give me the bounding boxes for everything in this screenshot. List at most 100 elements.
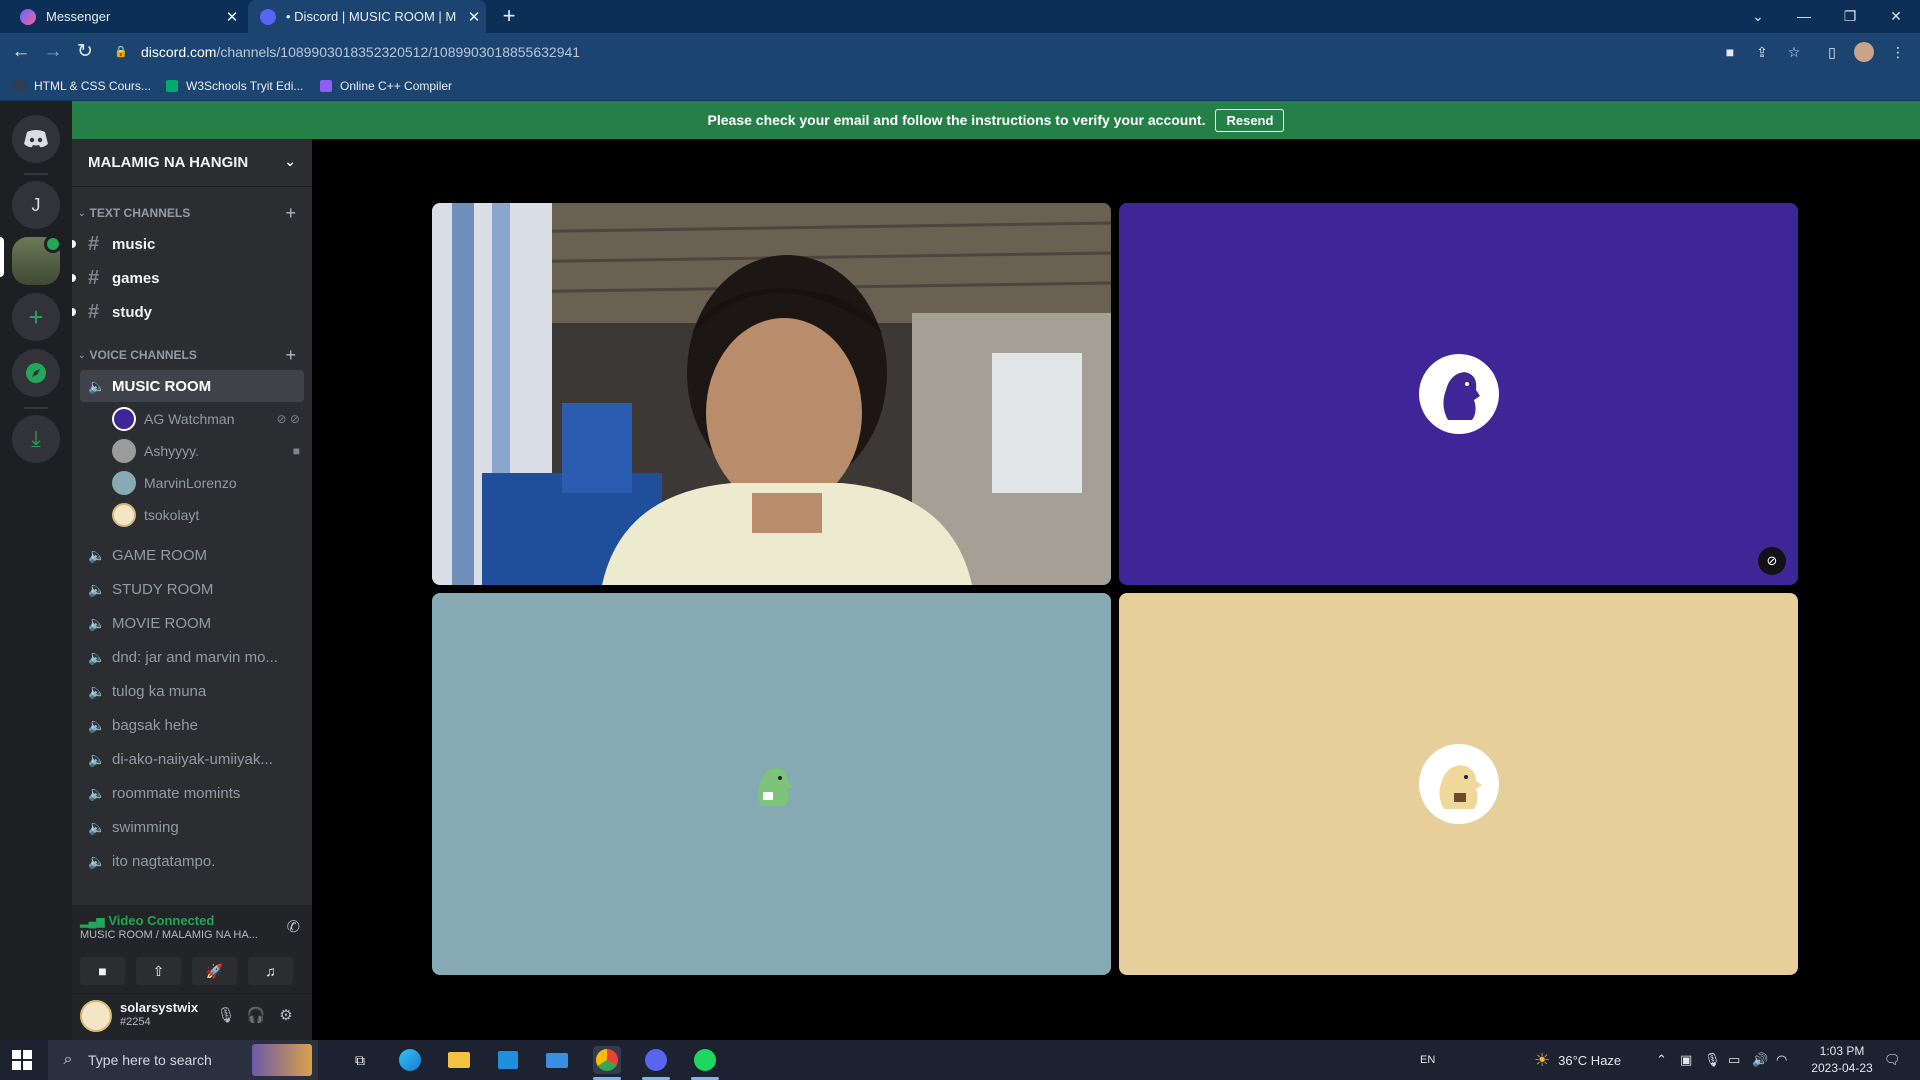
- video-tile-tsokolayt[interactable]: [1119, 593, 1798, 975]
- server-j-icon[interactable]: J: [12, 181, 60, 229]
- add-server-button[interactable]: +: [12, 293, 60, 341]
- language-indicator[interactable]: EN: [1420, 1040, 1435, 1080]
- voice-channel-music-room[interactable]: 🔈 MUSIC ROOM: [80, 370, 304, 402]
- connection-status[interactable]: ▂▄▆ Video Connected: [80, 913, 214, 928]
- disconnect-call-icon[interactable]: ✆: [287, 917, 300, 937]
- voice-channel-di-ako[interactable]: 🔈 di-ako-naiiyak-umiiyak...: [80, 743, 304, 775]
- share-screen-button[interactable]: ⇧: [136, 957, 181, 985]
- share-icon[interactable]: ⇪: [1752, 42, 1772, 62]
- voice-channel-roommate[interactable]: 🔈 roommate momints: [80, 777, 304, 809]
- toggle-camera-button[interactable]: ■: [80, 957, 125, 985]
- create-channel-icon[interactable]: +: [285, 203, 296, 224]
- voice-user-tsokolayt[interactable]: tsokolayt: [112, 501, 304, 529]
- file-explorer-icon[interactable]: [445, 1046, 473, 1074]
- resend-button[interactable]: Resend: [1215, 108, 1285, 132]
- download-apps-icon[interactable]: ⤓: [12, 415, 60, 463]
- activity-rocket-button[interactable]: 🚀: [192, 957, 237, 985]
- profile-avatar[interactable]: [1854, 42, 1874, 62]
- minimize-button[interactable]: —: [1782, 0, 1826, 33]
- voice-channel-ito[interactable]: 🔈 ito nagtatampo.: [80, 845, 304, 877]
- voice-channel-study-room[interactable]: 🔈 STUDY ROOM: [80, 573, 304, 605]
- new-tab-button[interactable]: +: [496, 4, 522, 30]
- connection-channel[interactable]: MUSIC ROOM / MALAMIG NA HA...: [80, 929, 270, 941]
- collapse-chevron-icon: ⌄: [78, 349, 86, 360]
- tab-messenger[interactable]: Messenger ✕: [8, 0, 244, 33]
- close-tab-icon[interactable]: ✕: [220, 8, 244, 26]
- back-button[interactable]: ←: [8, 41, 34, 63]
- explore-compass-icon[interactable]: [12, 349, 60, 397]
- mail-icon[interactable]: [543, 1046, 571, 1074]
- tab-discord[interactable]: • Discord | MUSIC ROOM | M ✕: [248, 0, 486, 33]
- soundboard-button[interactable]: ♫: [248, 957, 293, 985]
- url-field[interactable]: 🔒 discord.com/channels/10899030183523205…: [110, 38, 1710, 66]
- microphone-icon[interactable]: 🎙: [216, 1006, 236, 1026]
- user-avatar[interactable]: [80, 1000, 112, 1032]
- voice-channels-category[interactable]: ⌄ VOICE CHANNELS +: [72, 345, 312, 365]
- voice-channel-tulog[interactable]: 🔈 tulog ka muna: [80, 675, 304, 707]
- bookmark-star-icon[interactable]: ☆: [1784, 42, 1804, 62]
- unread-indicator: [72, 274, 76, 282]
- side-panel-icon[interactable]: ▯: [1822, 42, 1842, 62]
- headphones-icon[interactable]: 🎧: [246, 1006, 266, 1026]
- voice-channel-movie-room[interactable]: 🔈 MOVIE ROOM: [80, 607, 304, 639]
- volume-icon[interactable]: 🔊: [1752, 1040, 1768, 1080]
- video-tile-marvinlorenzo[interactable]: [432, 593, 1111, 975]
- chrome-icon[interactable]: [593, 1046, 621, 1074]
- speaker-icon: 🔈: [88, 852, 106, 869]
- forward-button[interactable]: →: [40, 41, 66, 63]
- voice-user-ashyyyy[interactable]: Ashyyyy. ■: [112, 437, 304, 465]
- windows-start-icon[interactable]: [12, 1050, 32, 1070]
- url-path: /channels/1089903018352320512/1089903018…: [216, 44, 581, 60]
- battery-icon[interactable]: ▭: [1728, 1040, 1740, 1080]
- voice-user-marvinlorenzo[interactable]: MarvinLorenzo: [112, 469, 304, 497]
- bookmark-w3schools[interactable]: W3Schools Tryit Edi...: [166, 76, 303, 96]
- channel-games[interactable]: # games: [80, 262, 304, 294]
- edge-browser-icon[interactable]: [396, 1046, 424, 1074]
- camera-in-use-icon[interactable]: ■: [1720, 42, 1740, 62]
- wifi-icon[interactable]: ◠: [1776, 1040, 1787, 1080]
- channel-study[interactable]: # study: [80, 296, 304, 328]
- channel-music[interactable]: # music: [80, 228, 304, 260]
- restore-button[interactable]: ❐: [1828, 0, 1872, 33]
- selected-server-indicator: [0, 237, 4, 277]
- taskbar-search-box[interactable]: ⌕ Type here to search: [48, 1040, 318, 1080]
- taskbar-clock[interactable]: 1:03 PM 2023-04-23: [1802, 1043, 1882, 1077]
- avatar: [112, 471, 136, 495]
- bookmark-label: W3Schools Tryit Edi...: [186, 79, 304, 93]
- tab-search-icon[interactable]: ⌄: [1736, 0, 1780, 33]
- settings-gear-icon[interactable]: ⚙: [276, 1006, 296, 1026]
- video-on-icon: ■: [292, 444, 300, 458]
- voice-channel-bagsak[interactable]: 🔈 bagsak hehe: [80, 709, 304, 741]
- voice-channel-swimming[interactable]: 🔈 swimming: [80, 811, 304, 843]
- microphone-in-use-icon[interactable]: 🎙: [1704, 1040, 1721, 1080]
- voice-channel-dnd[interactable]: 🔈 dnd: jar and marvin mo...: [80, 641, 304, 673]
- server-malamig-icon[interactable]: [12, 235, 62, 285]
- video-tile-camera[interactable]: [432, 203, 1111, 585]
- server-name-header[interactable]: MALAMIG NA HANGIN ⌄: [72, 139, 312, 187]
- weather-widget[interactable]: ☀ 36°C Haze: [1534, 1040, 1621, 1080]
- discord-app-icon[interactable]: [642, 1046, 670, 1074]
- bookmark-html-css[interactable]: HTML & CSS Cours...: [14, 76, 151, 96]
- close-window-button[interactable]: ✕: [1874, 0, 1918, 33]
- video-tile-ag-watchman[interactable]: ⊘: [1119, 203, 1798, 585]
- channel-label: MUSIC ROOM: [112, 377, 212, 395]
- voice-user-ag-watchman[interactable]: AG Watchman ⊘ ⊘: [112, 405, 304, 433]
- show-hidden-icons-icon[interactable]: ⌃: [1656, 1040, 1667, 1080]
- muted-deafened-icon: ⊘ ⊘: [276, 412, 300, 426]
- server-rail: J + ⤓: [0, 101, 72, 1040]
- clock-date: 2023-04-23: [1811, 1061, 1873, 1075]
- reload-button[interactable]: ↻: [72, 41, 98, 63]
- create-channel-icon[interactable]: +: [285, 345, 296, 366]
- bookmark-cpp-compiler[interactable]: Online C++ Compiler: [320, 76, 452, 96]
- microsoft-store-icon[interactable]: [494, 1046, 522, 1074]
- spotify-icon[interactable]: [691, 1046, 719, 1074]
- close-tab-icon[interactable]: ✕: [462, 8, 486, 26]
- meet-now-icon[interactable]: ▣: [1680, 1040, 1692, 1080]
- channel-label: GAME ROOM: [112, 546, 208, 564]
- text-channels-category[interactable]: ⌄ TEXT CHANNELS +: [72, 203, 312, 223]
- notifications-icon[interactable]: 🗨: [1884, 1040, 1901, 1080]
- voice-channel-game-room[interactable]: 🔈 GAME ROOM: [80, 539, 304, 571]
- task-view-icon[interactable]: ⧉: [346, 1046, 374, 1074]
- discord-home-icon[interactable]: [12, 115, 60, 163]
- menu-kebab-icon[interactable]: ⋮: [1888, 42, 1908, 62]
